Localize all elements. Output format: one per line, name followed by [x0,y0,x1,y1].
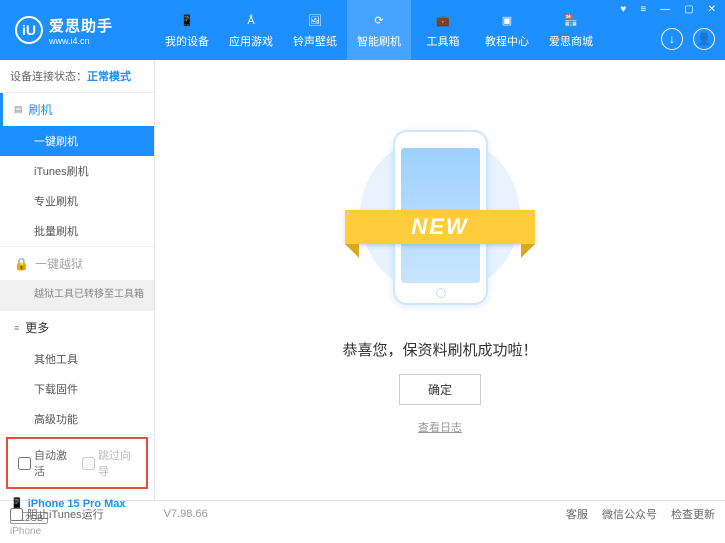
view-log-link[interactable]: 查看日志 [418,419,462,435]
nav-apps-games[interactable]: Å应用游戏 [219,0,283,60]
new-banner: NEW [345,210,535,244]
logo-area: iU 爱思助手 www.i4.cn [0,15,155,46]
nav-my-device[interactable]: 📱我的设备 [155,0,219,60]
sidebar-item-itunes-flash[interactable]: iTunes刷机 [0,156,154,186]
sidebar-cat-flash[interactable]: ▤ 刷机 [0,93,154,126]
connection-status: 设备连接状态：正常模式 [0,60,154,93]
nav-toolbox[interactable]: 💼工具箱 [411,0,475,60]
user-button[interactable]: 👤 [693,28,715,50]
settings-icon[interactable]: ≡ [637,4,649,15]
lock-icon: 🔒 [14,257,29,271]
nav-store[interactable]: 🏪爱思商城 [539,0,603,60]
app-title: 爱思助手 [49,15,113,36]
download-button[interactable]: ↓ [661,28,683,50]
options-row: 自动激活 跳过向导 [6,437,148,489]
nav-ringtone-wallpaper[interactable]: 🖼铃声壁纸 [283,0,347,60]
image-icon: 🖼 [306,12,324,30]
sidebar-item-pro-flash[interactable]: 专业刷机 [0,186,154,216]
store-icon: 🏪 [562,12,580,30]
toolbox-icon: 💼 [434,12,452,30]
logo-icon: iU [15,16,43,44]
app-url: www.i4.cn [49,36,113,46]
success-message: 恭喜您，保资料刷机成功啦！ [342,339,537,360]
ok-button[interactable]: 确定 [399,374,481,405]
collapse-icon: ≡ [14,323,19,333]
sidebar: 设备连接状态：正常模式 ▤ 刷机 一键刷机 iTunes刷机 专业刷机 批量刷机… [0,60,155,500]
auto-activate-checkbox[interactable]: 自动激活 [18,447,72,479]
footer-wechat[interactable]: 微信公众号 [602,506,657,522]
book-icon: ▣ [498,12,516,30]
apps-icon: Å [242,12,260,30]
close-button[interactable]: ✕ [705,4,719,15]
phone-icon: 📱 [178,12,196,30]
collapse-icon: ▤ [14,104,23,115]
phone-illustration: NEW [365,125,515,315]
footer-check-update[interactable]: 检查更新 [671,506,715,522]
minimize-button[interactable]: — [657,4,673,15]
sidebar-item-advanced[interactable]: 高级功能 [0,404,154,434]
skip-guide-checkbox[interactable]: 跳过向导 [82,447,136,479]
sidebar-item-other-tools[interactable]: 其他工具 [0,344,154,374]
menu-icon[interactable]: ♥ [617,4,629,15]
footer-support[interactable]: 客服 [566,506,588,522]
window-controls: ♥ ≡ — ▢ ✕ [617,4,719,15]
app-header: iU 爱思助手 www.i4.cn 📱我的设备 Å应用游戏 🖼铃声壁纸 ⟳智能刷… [0,0,725,60]
top-nav: 📱我的设备 Å应用游戏 🖼铃声壁纸 ⟳智能刷机 💼工具箱 ▣教程中心 🏪爱思商城 [155,0,603,60]
device-type: iPhone [10,526,144,537]
sidebar-cat-jailbreak[interactable]: 🔒 一键越狱 [0,247,154,280]
sidebar-cat-more[interactable]: ≡ 更多 [0,311,154,344]
sidebar-item-oneclick-flash[interactable]: 一键刷机 [0,126,154,156]
sidebar-item-download-firmware[interactable]: 下载固件 [0,374,154,404]
block-itunes-checkbox[interactable]: 阻止iTunes运行 [10,506,104,522]
nav-smart-flash[interactable]: ⟳智能刷机 [347,0,411,60]
version-label: V7.98.66 [164,508,208,520]
main-content: NEW 恭喜您，保资料刷机成功啦！ 确定 查看日志 [155,60,725,500]
refresh-icon: ⟳ [370,12,388,30]
maximize-button[interactable]: ▢ [681,4,696,15]
sidebar-item-batch-flash[interactable]: 批量刷机 [0,216,154,246]
nav-tutorials[interactable]: ▣教程中心 [475,0,539,60]
jailbreak-note: 越狱工具已转移至工具箱 [0,280,154,310]
